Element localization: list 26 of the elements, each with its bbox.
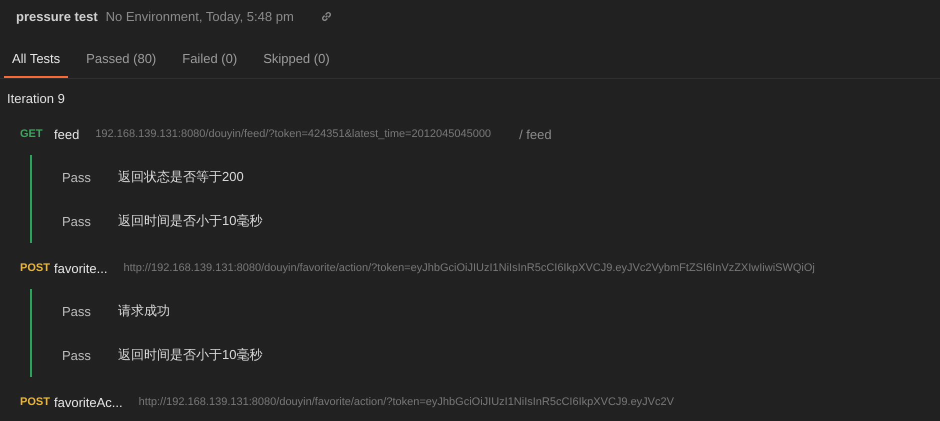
test-name: 请求成功 (118, 302, 170, 320)
test-status: Pass (62, 170, 92, 184)
request-url: http://192.168.139.131:8080/douyin/favorite/action/?token=eyJhbGciOiJIUzI1NiIsInR5cCI6IkpXVCJ9.eyJVc2V (138, 396, 674, 408)
test-status: Pass (62, 304, 92, 318)
request-path: / feed (519, 126, 552, 142)
request-name[interactable]: feed (54, 126, 80, 142)
method-label: POST (20, 262, 51, 274)
request-name[interactable]: favorite... (54, 260, 108, 276)
run-meta: No Environment, Today, 5:48 pm (106, 8, 294, 24)
test-status: Pass (62, 214, 92, 228)
request-url: http://192.168.139.131:8080/douyin/favorite/action/?token=eyJhbGciOiJIUzI1NiIsInR5cCI6IkpXVCJ9.eyJVc2VybmFtZSI6InVzZXIwIiwiSWQiOj (123, 262, 815, 274)
test-name: 返回时间是否小于10毫秒 (118, 212, 262, 230)
result-tab[interactable]: All Tests (4, 51, 68, 78)
result-tab[interactable]: Skipped (0) (255, 51, 338, 78)
test-name: 返回状态是否等于200 (118, 168, 244, 186)
test-status: Pass (62, 348, 92, 362)
request-url: 192.168.139.131:8080/douyin/feed/?token=424351&latest_time=2012045045000 (95, 128, 492, 140)
iteration-label: Iteration 9 (6, 90, 66, 108)
link-icon[interactable] (320, 10, 333, 22)
test-name: 返回时间是否小于10毫秒 (118, 346, 262, 364)
method-label: POST (20, 396, 51, 408)
result-tab[interactable]: Passed (80) (78, 51, 164, 78)
run-title: pressure test (16, 8, 98, 24)
result-tab[interactable]: Failed (0) (174, 51, 246, 78)
request-name[interactable]: favoriteAc... (54, 394, 123, 410)
method-label: GET (20, 128, 44, 140)
